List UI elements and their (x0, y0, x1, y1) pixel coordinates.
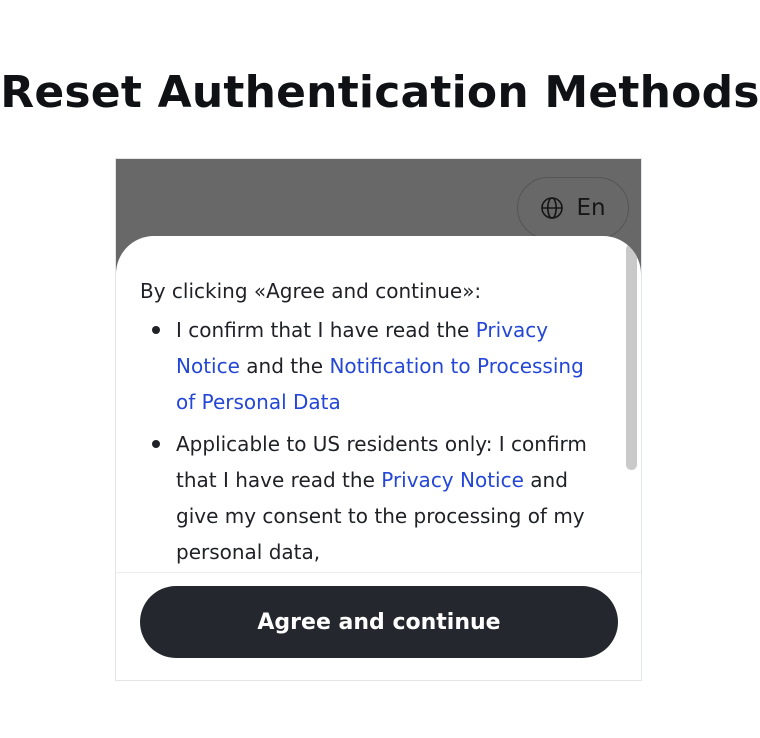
item-text: and the (239, 354, 330, 378)
consent-list: I confirm that I have read the Privacy N… (140, 312, 600, 570)
page-title: Reset Authentication Methods (0, 67, 760, 119)
scrollbar-thumb[interactable] (626, 244, 637, 470)
language-button[interactable]: En (517, 177, 629, 239)
consent-intro: By clicking «Agree and continue»: (140, 279, 482, 303)
list-item: Applicable to US residents only: I confi… (140, 426, 600, 570)
item-text: I confirm that I have read the (176, 318, 476, 342)
consent-footer: Agree and continue (116, 572, 641, 680)
consent-content: By clicking «Agree and continue»: I conf… (140, 276, 600, 576)
list-item: I confirm that I have read the Privacy N… (140, 312, 600, 420)
language-label: En (576, 195, 606, 221)
agree-and-continue-button[interactable]: Agree and continue (140, 586, 618, 658)
consent-frame: En By clicking «Agree and continue»: I c… (115, 158, 642, 681)
globe-icon (540, 196, 564, 220)
privacy-notice-link[interactable]: Privacy Notice (381, 468, 524, 492)
